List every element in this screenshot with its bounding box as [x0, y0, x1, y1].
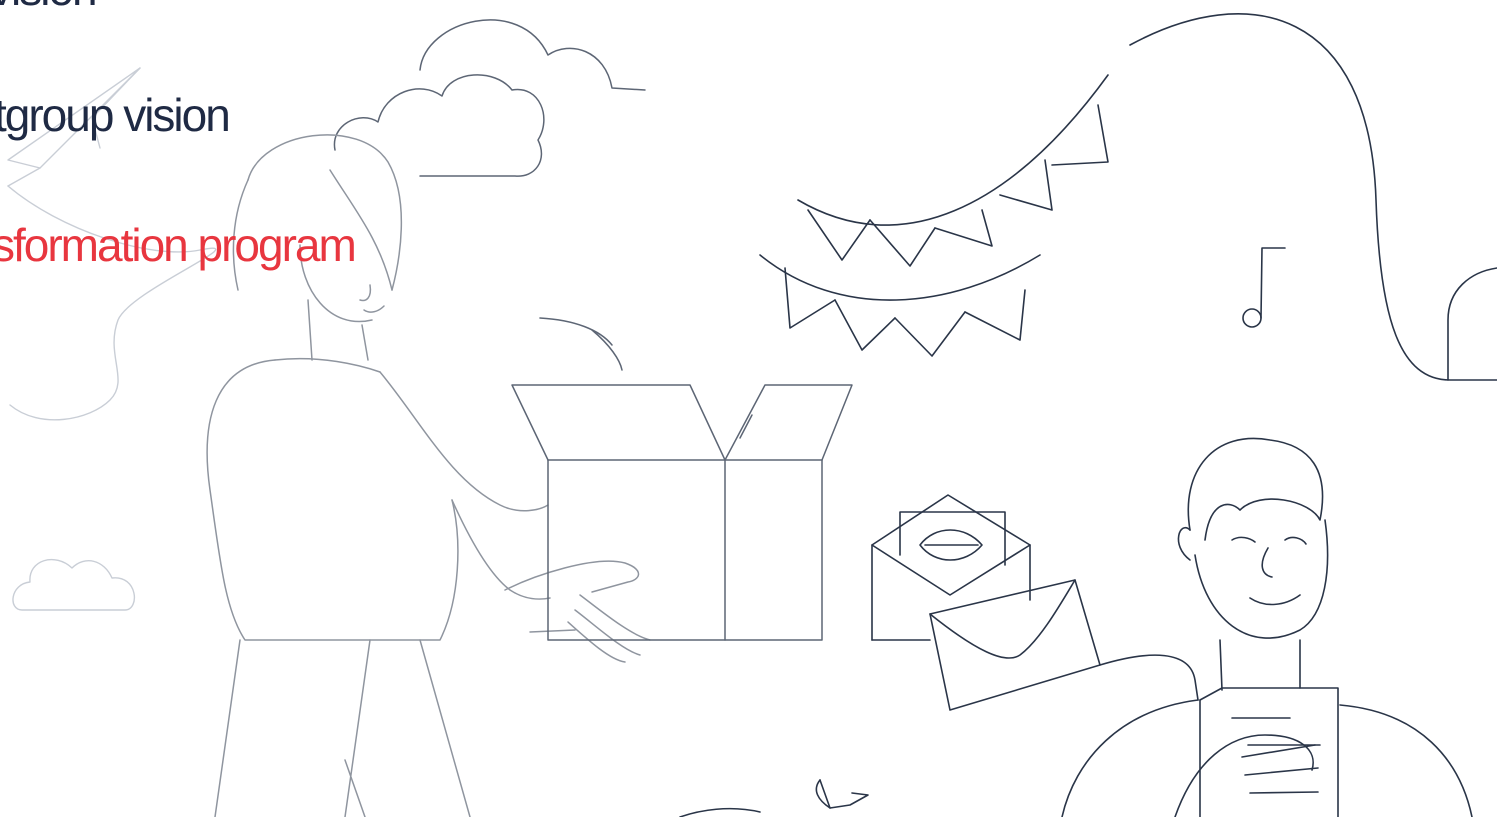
headline-line-1: vision [0, 0, 98, 16]
cloud-icon [12, 558, 136, 611]
open-box-icon [511, 384, 853, 641]
hero-illustration: vision tgroup vision sformation program [0, 0, 1497, 817]
music-note-icon [1242, 247, 1286, 328]
envelope-icon [929, 579, 1101, 711]
bird-icon [679, 779, 869, 817]
man-figure [1061, 437, 1473, 817]
headline-line-3: sformation program [0, 219, 357, 271]
headline-line-2: tgroup vision [0, 89, 231, 141]
cloud-icon [333, 74, 545, 177]
bunting-flags-icon [759, 74, 1109, 357]
envelope-icon [871, 494, 1031, 641]
